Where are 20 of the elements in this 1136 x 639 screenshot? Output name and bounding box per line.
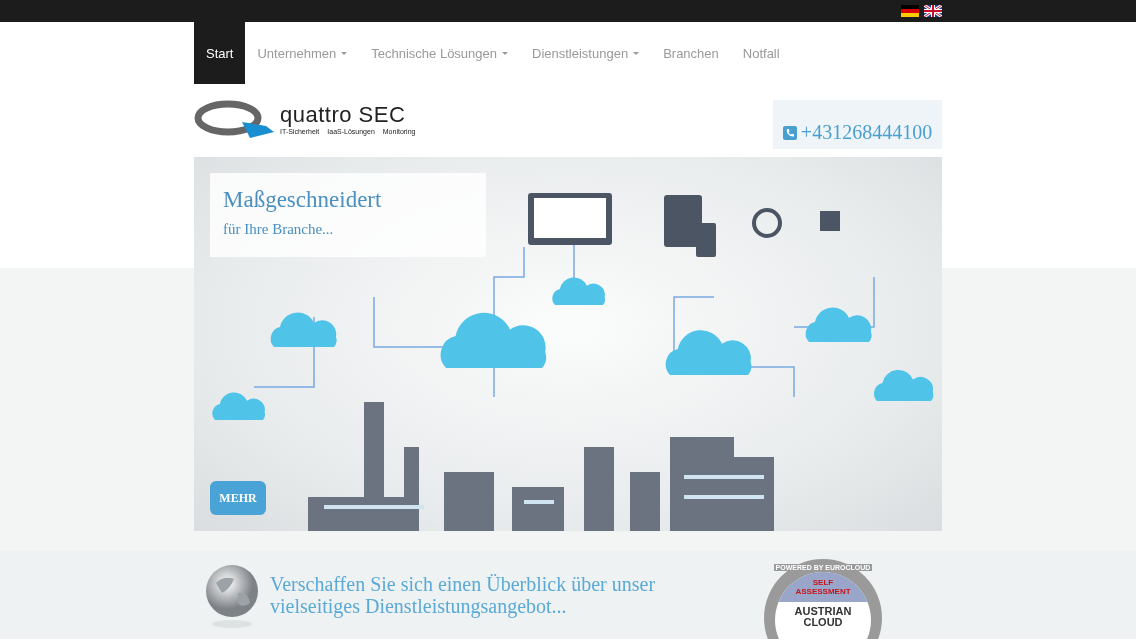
hero-subtitle: für Ihre Branche... bbox=[223, 221, 335, 238]
nav-link[interactable]: Branchen bbox=[651, 22, 731, 84]
logo-name: quattro SEC bbox=[280, 103, 407, 126]
nav-link[interactable]: Technische Lösungen bbox=[359, 22, 520, 84]
caret-icon bbox=[502, 51, 508, 55]
nav-link[interactable]: Start bbox=[194, 22, 246, 84]
nav-link[interactable]: Notfall bbox=[730, 22, 792, 84]
nav-link[interactable]: Dienstleistungen bbox=[520, 22, 652, 84]
logo-icon bbox=[194, 100, 276, 138]
british-flag-icon[interactable] bbox=[924, 5, 942, 17]
caret-icon bbox=[341, 51, 348, 55]
caret-icon bbox=[633, 51, 640, 55]
german-flag-icon[interactable] bbox=[901, 5, 919, 17]
hero-title: Maßgeschneidert bbox=[223, 187, 383, 213]
phone-link[interactable]: +431268444100 bbox=[773, 100, 942, 149]
intro-text: Verschaffen Sie sich einen Überblick über unser vielseitiges Dienstleistungsangebot... bbox=[270, 573, 657, 617]
phone-icon bbox=[782, 126, 797, 140]
nav-link[interactable]: Unternehmen bbox=[245, 22, 360, 84]
more-button[interactable]: MEHR bbox=[210, 481, 266, 515]
globe-icon bbox=[204, 563, 260, 629]
